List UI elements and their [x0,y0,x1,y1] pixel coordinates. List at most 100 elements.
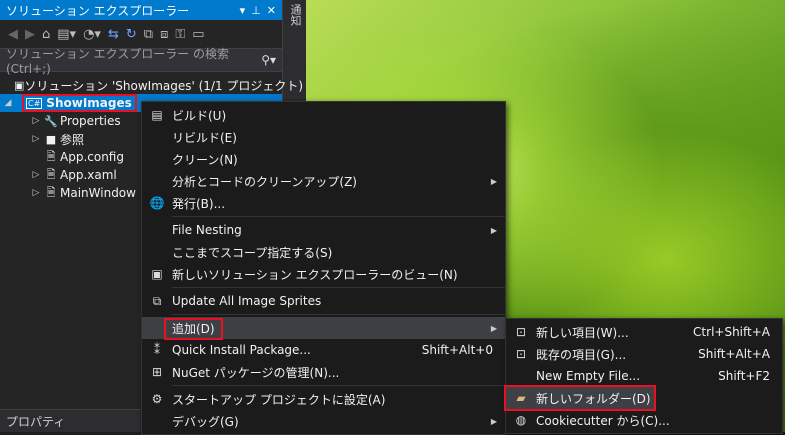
tree-item-label: 参照 [60,132,85,147]
submenu-arrow-icon: ▶ [490,323,497,333]
context-menu-item[interactable]: 🌐 発行(B)... [142,192,505,214]
menu-item-label: リビルド(E) [172,130,237,145]
tree-item-label: App.config [60,150,124,164]
references-icon: ■ [45,132,57,146]
csharp-project-icon: C# [26,97,43,109]
context-menu-item[interactable]: File Nesting ▶ [142,219,505,241]
expand-arrow-icon[interactable]: ▷ [30,188,42,198]
gear-icon: ⚙ [151,392,163,406]
back-icon[interactable]: ◀ [8,27,18,42]
context-menu-item[interactable]: 追加(D) ▶ [142,317,505,340]
search-input[interactable]: ソリューション エクスプローラー の検索 (Ctrl+;) [6,45,261,76]
menu-separator [172,287,505,288]
context-menu-item[interactable]: リビルド(E) [142,126,505,148]
submenu-item[interactable]: New Empty File... Shift+F2 [506,365,782,387]
submenu-item-label: New Empty File... [536,369,641,383]
sync-icon[interactable]: ⇆ [108,27,119,42]
menu-item-label: 分析とコードのクリーンアップ(Z) [172,174,357,189]
menu-item-label: スタートアップ プロジェクトに設定(A) [172,392,386,407]
nuget-icon: ⊞ [151,365,163,379]
pending-changes-icon[interactable]: ◔▾ [83,27,101,42]
context-menu-item[interactable]: ▤ ビルド(U) [142,104,505,126]
menu-item-label: デバッグ(G) [172,414,239,429]
close-icon[interactable]: ✕ [267,4,276,17]
submenu-item[interactable]: ◍ Cookiecutter から(C)... [506,409,782,431]
context-menu-item[interactable]: ⚙ スタートアップ プロジェクトに設定(A) [142,388,505,410]
menu-item-label-wrap: 追加(D) [164,317,505,340]
menu-item-label-wrap: クリーン(N) [172,151,505,168]
submenu-item-label: 新しい項目(W)... [536,325,629,340]
config-file-icon: 🗎 [46,149,56,163]
context-menu-item[interactable]: ▣ 新しいソリューション エクスプローラーのビュー(N) [142,263,505,285]
context-menu-item[interactable]: デバッグ(G) ▶ [142,410,505,432]
context-menu-item[interactable]: ここまでスコープ指定する(S) [142,241,505,263]
new-item-icon: ⊡ [515,325,527,339]
menu-item-label-wrap: 分析とコードのクリーンアップ(Z) [172,173,505,190]
submenu-item-shortcut: Shift+F2 [718,369,770,383]
switch-views-icon[interactable]: ▤▾ [57,27,76,42]
menu-item-label: Quick Install Package... [172,343,311,357]
dropdown-icon[interactable]: ▾ [240,4,246,17]
menu-item-label: 追加(D) [164,317,223,340]
properties-icon[interactable]: ⚿ [175,27,185,42]
project-name: ShowImages [46,96,132,110]
menu-item-label-wrap: ビルド(U) [172,107,505,124]
solution-icon: ▣ [14,78,25,92]
menu-item-shortcut: Shift+Alt+0 [421,343,493,357]
submenu-item-label: Cookiecutter から(C)... [536,413,670,428]
menu-item-label-wrap: 発行(B)... [172,195,505,212]
menu-item-label-wrap: スタートアップ プロジェクトに設定(A) [172,391,505,408]
wrench-icon: 🔧 [44,114,58,128]
expand-arrow-icon[interactable]: ▷ [30,170,42,180]
refresh-icon[interactable]: ↻ [126,27,137,42]
submenu-item[interactable]: ⊡ 既存の項目(G)... Shift+Alt+A [506,343,782,365]
menu-item-label-wrap: デバッグ(G) [172,413,505,430]
context-menu: ▤ ビルド(U) リビルド(E) クリーン(N) 分析とコードのクリーンアップ(Z) ▶ 🌐… [141,101,506,435]
build-icon: ▤ [151,108,163,122]
menu-item-label: ビルド(U) [172,108,227,123]
solution-label: ソリューション 'ShowImages' (1/1 プロジェクト) [24,78,304,93]
home-icon[interactable]: ⌂ [42,27,50,42]
add-submenu: ⊡ 新しい項目(W)... Ctrl+Shift+A ⊡ 既存の項目(G)... Shif… [504,318,783,434]
preview-icon[interactable]: ▭ [192,27,204,42]
expand-arrow-icon[interactable]: ◢ [2,98,14,108]
submenu-item[interactable]: ▰ 新しいフォルダー(D) [504,385,656,411]
properties-label: プロパティ [6,414,66,429]
solution-node[interactable]: ▣ ソリューション 'ShowImages' (1/1 プロジェクト) [0,76,303,94]
submenu-arrow-icon: ▶ [490,176,497,186]
show-all-files-icon[interactable]: ⧈ [160,27,168,42]
submenu-item[interactable]: ⊡ 新しい項目(W)... Ctrl+Shift+A [506,321,782,343]
menu-item-label-wrap: 新しいソリューション エクスプローラーのビュー(N) [172,266,505,283]
menu-item-label-wrap: NuGet パッケージの管理(N)... [172,364,505,381]
context-menu-item[interactable]: 分析とコードのクリーンアップ(Z) ▶ [142,170,505,192]
expand-arrow-icon[interactable]: ▷ [30,116,42,126]
notification-tab-label[interactable]: 通知 [287,4,303,26]
context-menu-item[interactable]: ⊞ NuGet パッケージの管理(N)... [142,361,505,383]
globe-icon: 🌐 [149,196,165,210]
solution-explorer-search[interactable]: ソリューション エクスプローラー の検索 (Ctrl+;) ⚲▾ [0,47,282,76]
context-menu-item[interactable]: クリーン(N) [142,148,505,170]
xaml-file-icon: 🗎 [46,185,56,199]
tree-item-label: Properties [60,114,121,128]
project-highlight-box: C# ShowImages [22,94,137,112]
collapse-all-icon[interactable]: ⧉ [144,27,153,42]
menu-item-label: 発行(B)... [172,196,226,211]
submenu-arrow-icon: ▶ [490,225,497,235]
tree-item-label: MainWindow [60,186,136,200]
context-menu-item[interactable]: ⧉ Update All Image Sprites [142,290,505,312]
menu-item-label: NuGet パッケージの管理(N)... [172,365,340,380]
submenu-item-label: 新しいフォルダー(D) [536,391,651,406]
solution-explorer-titlebar: ソリューション エクスプローラー ▾ ⊥ ✕ [0,0,282,20]
search-icon[interactable]: ⚲▾ [261,53,276,67]
menu-separator [172,385,505,386]
forward-icon[interactable]: ▶ [25,27,35,42]
pin-icon[interactable]: ⊥ [251,4,261,17]
menu-item-label-wrap: Quick Install Package... [172,343,422,357]
solution-explorer-title: ソリューション エクスプローラー [6,3,190,18]
menu-item-label: 新しいソリューション エクスプローラーのビュー(N) [172,267,458,282]
menu-item-label-wrap: Update All Image Sprites [172,294,505,308]
context-menu-item[interactable]: ⁑ Quick Install Package... Shift+Alt+0 [142,339,505,361]
menu-item-label: File Nesting [172,223,242,237]
menu-item-label-wrap: リビルド(E) [172,129,505,146]
expand-arrow-icon[interactable]: ▷ [30,134,42,144]
